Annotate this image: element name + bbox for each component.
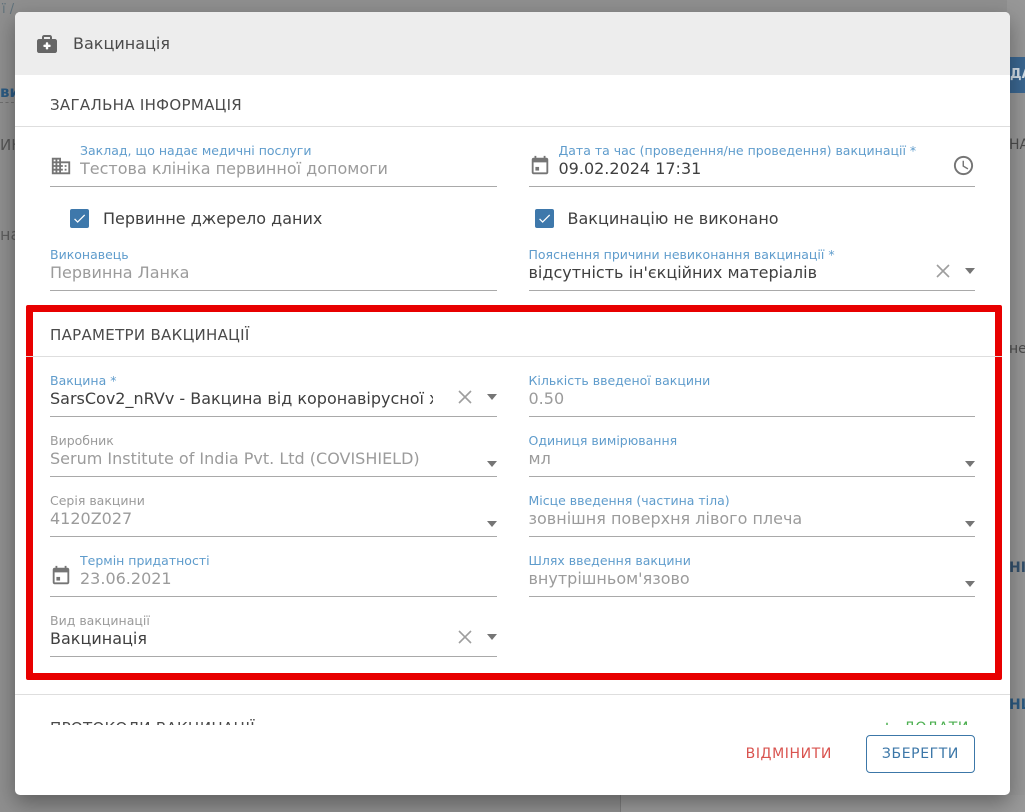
divider bbox=[15, 694, 1010, 695]
check-icon bbox=[72, 211, 87, 226]
amount-label: Кількість введеної вакцини bbox=[529, 373, 976, 388]
vaccine-field[interactable]: Вакцина * SarsCov2_nRVv - Вакцина від ко… bbox=[50, 368, 497, 417]
performer-field[interactable]: Виконавець Первинна Ланка bbox=[50, 242, 497, 291]
expiration-label: Термін придатності bbox=[80, 553, 497, 568]
protocols-header: ПРОТОКОЛИ ВАКЦИНАЦІЇ ДОДАТИ bbox=[50, 718, 975, 725]
chevron-down-icon[interactable] bbox=[965, 581, 975, 587]
unit-value: мл bbox=[529, 448, 946, 469]
clock-icon[interactable] bbox=[952, 154, 975, 177]
datetime-field[interactable]: Дата та час (проведення/не проведення) в… bbox=[529, 138, 976, 187]
route-value: внутрішньом'язово bbox=[529, 568, 946, 589]
general-right-column: Дата та час (проведення/не проведення) в… bbox=[529, 127, 976, 291]
kind-value: Вакцинація bbox=[50, 628, 433, 649]
backdrop-text-fragment: не bbox=[1009, 341, 1025, 357]
reason-field[interactable]: Пояснення причини невиконання вакцинації… bbox=[529, 242, 976, 291]
chevron-down-icon[interactable] bbox=[487, 394, 497, 400]
manufacturer-field[interactable]: Виробник Serum Institute of India Pvt. L… bbox=[50, 428, 497, 477]
dialog-title: Вакцинація bbox=[73, 34, 170, 53]
general-section-title: ЗАГАЛЬНА ІНФОРМАЦІЯ bbox=[50, 96, 975, 114]
facility-value: Тестова клініка первинної допомоги bbox=[80, 158, 497, 179]
not-performed-checkbox[interactable] bbox=[535, 209, 554, 228]
route-field[interactable]: Шлях введення вакцини внутрішньом'язово bbox=[529, 548, 976, 597]
chevron-down-icon[interactable] bbox=[965, 268, 975, 274]
backdrop-button-fragment: ДА bbox=[1008, 57, 1025, 93]
manufacturer-value: Serum Institute of India Pvt. Ltd (COVIS… bbox=[50, 448, 467, 469]
clear-icon[interactable] bbox=[455, 627, 475, 647]
parameters-section-title: ПАРАМЕТРИ ВАКЦИНАЦІЇ bbox=[50, 326, 975, 344]
not-performed-label: Вакцинацію не виконано bbox=[568, 209, 779, 228]
dialog-header: Вакцинація bbox=[15, 12, 1010, 75]
parameters-left-column: Вакцина * SarsCov2_nRVv - Вакцина від ко… bbox=[50, 357, 497, 657]
reason-value: відсутність ін'єкційних матеріалів bbox=[529, 262, 912, 283]
cancel-button[interactable]: ВІДМІНИТИ bbox=[742, 738, 836, 770]
general-left-column: Заклад, що надає медичні послуги Тестова… bbox=[50, 127, 497, 291]
facility-field[interactable]: Заклад, що надає медичні послуги Тестова… bbox=[50, 138, 497, 187]
backdrop-dashed-line bbox=[0, 102, 14, 103]
backdrop-text-fragment: НІ bbox=[1009, 560, 1025, 576]
kind-field[interactable]: Вид вакцинації Вакцинація bbox=[50, 608, 497, 657]
backdrop-text-fragment: НА bbox=[1009, 137, 1025, 153]
parameters-right-column: Кількість введеної вакцини 0.50 Одиниця … bbox=[529, 357, 976, 657]
parameters-highlight-box: ПАРАМЕТРИ ВАКЦИНАЦІЇ Вакцина * SarsCov2_… bbox=[26, 305, 1002, 680]
primary-source-checkbox[interactable] bbox=[70, 209, 89, 228]
vaccination-dialog: Вакцинація ЗАГАЛЬНА ІНФОРМАЦІЯ Заклад, щ… bbox=[15, 12, 1010, 795]
chevron-down-icon[interactable] bbox=[487, 634, 497, 640]
dialog-footer: ВІДМІНИТИ ЗБЕРЕГТИ bbox=[15, 725, 1010, 795]
site-label: Місце введення (частина тіла) bbox=[529, 493, 946, 508]
vaccine-label: Вакцина * bbox=[50, 373, 433, 388]
datetime-label: Дата та час (проведення/не проведення) в… bbox=[559, 143, 946, 158]
expiration-field[interactable]: Термін придатності 23.06.2021 bbox=[50, 548, 497, 597]
save-button[interactable]: ЗБЕРЕГТИ bbox=[866, 735, 975, 773]
datetime-value: 09.02.2024 17:31 bbox=[559, 158, 946, 179]
chevron-down-icon[interactable] bbox=[965, 521, 975, 527]
series-value: 4120Z027 bbox=[50, 508, 467, 529]
backdrop-breadcrumb-fragment: ї / bbox=[2, 2, 14, 17]
kind-label: Вид вакцинації bbox=[50, 613, 433, 628]
primary-source-label: Первинне джерело даних bbox=[103, 209, 322, 228]
clear-icon[interactable] bbox=[933, 261, 953, 281]
amount-field[interactable]: Кількість введеної вакцини 0.50 bbox=[529, 368, 976, 417]
vaccine-value: SarsCov2_nRVv - Вакцина від коронавірусн… bbox=[50, 388, 433, 409]
backdrop-panel-fragment bbox=[621, 795, 1025, 812]
route-label: Шлях введення вакцини bbox=[529, 553, 946, 568]
backdrop-text-fragment: НЦ bbox=[1009, 697, 1025, 713]
check-icon bbox=[537, 211, 552, 226]
parameters-grid: Вакцина * SarsCov2_nRVv - Вакцина від ко… bbox=[50, 357, 975, 657]
chevron-down-icon[interactable] bbox=[487, 521, 497, 527]
expiration-value: 23.06.2021 bbox=[80, 568, 497, 589]
reason-label: Пояснення причини невиконання вакцинації… bbox=[529, 247, 912, 262]
medical-kit-icon bbox=[35, 32, 59, 56]
chevron-down-icon[interactable] bbox=[965, 461, 975, 467]
calendar-icon bbox=[529, 155, 551, 177]
unit-field[interactable]: Одиниця вимірювання мл bbox=[529, 428, 976, 477]
add-protocol-button[interactable]: ДОДАТИ bbox=[872, 718, 975, 725]
series-label: Серія вакцини bbox=[50, 493, 467, 508]
dialog-body: ЗАГАЛЬНА ІНФОРМАЦІЯ Заклад, що надає мед… bbox=[15, 75, 1010, 725]
unit-label: Одиниця вимірювання bbox=[529, 433, 946, 448]
series-field[interactable]: Серія вакцини 4120Z027 bbox=[50, 488, 497, 537]
calendar-icon bbox=[50, 565, 72, 587]
manufacturer-label: Виробник bbox=[50, 433, 467, 448]
clear-icon[interactable] bbox=[455, 387, 475, 407]
primary-source-checkbox-row[interactable]: Первинне джерело даних bbox=[70, 205, 497, 231]
facility-label: Заклад, що надає медичні послуги bbox=[80, 143, 497, 158]
chevron-down-icon[interactable] bbox=[487, 461, 497, 467]
amount-value: 0.50 bbox=[529, 388, 976, 409]
general-grid: Заклад, що надає медичні послуги Тестова… bbox=[50, 127, 975, 291]
site-value: зовнішня поверхня лівого плеча bbox=[529, 508, 946, 529]
site-field[interactable]: Місце введення (частина тіла) зовнішня п… bbox=[529, 488, 976, 537]
performer-label: Виконавець bbox=[50, 247, 497, 262]
backdrop-divider-fragment bbox=[620, 795, 621, 812]
performer-value: Первинна Ланка bbox=[50, 262, 497, 283]
not-performed-checkbox-row[interactable]: Вакцинацію не виконано bbox=[535, 205, 976, 231]
building-icon bbox=[50, 155, 72, 177]
